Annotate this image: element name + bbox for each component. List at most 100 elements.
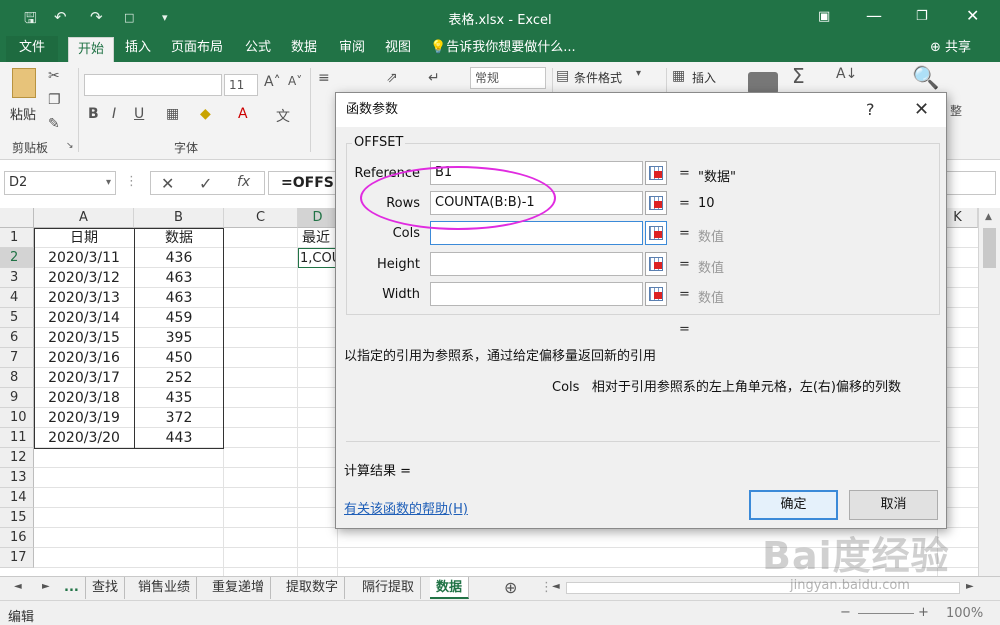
- row-header-3[interactable]: 3: [0, 268, 34, 288]
- row-header-10[interactable]: 10: [0, 408, 34, 428]
- collapse-dialog-icon[interactable]: [645, 282, 667, 306]
- cell-date-6[interactable]: 2020/3/15: [34, 328, 134, 348]
- cell-b1[interactable]: 数据: [134, 228, 224, 248]
- sort-filter-icon[interactable]: A↓: [836, 66, 857, 82]
- add-sheet-icon[interactable]: ⊕: [504, 578, 517, 597]
- cell-a1[interactable]: 日期: [34, 228, 134, 248]
- zoom-level[interactable]: 100%: [946, 606, 983, 621]
- shrink-font-icon[interactable]: A˅: [288, 74, 302, 88]
- minimize-icon[interactable]: —: [866, 6, 882, 25]
- help-icon[interactable]: ?: [866, 93, 875, 127]
- scroll-right-icon[interactable]: ►: [966, 581, 974, 592]
- row-header-13[interactable]: 13: [0, 468, 34, 488]
- collapse-dialog-icon[interactable]: [645, 161, 667, 185]
- cancel-button[interactable]: 取消: [849, 490, 938, 520]
- italic-icon[interactable]: I: [112, 106, 116, 122]
- paste-icon[interactable]: [12, 68, 36, 98]
- row-header-1[interactable]: 1: [0, 228, 34, 248]
- conditional-format-icon[interactable]: ▤: [556, 68, 569, 84]
- cell-value-8[interactable]: 252: [134, 368, 224, 388]
- arg-input-height[interactable]: [430, 252, 643, 276]
- zoom-in-icon[interactable]: +: [918, 605, 929, 620]
- cancel-icon[interactable]: ✕: [161, 174, 174, 193]
- row-header-2[interactable]: 2: [0, 248, 34, 268]
- phonetic-icon[interactable]: 文: [276, 106, 290, 126]
- borders-icon[interactable]: ▦: [166, 106, 179, 122]
- tab-insert[interactable]: 插入: [118, 36, 158, 62]
- font-color-icon[interactable]: A: [238, 106, 248, 122]
- dialog-title[interactable]: 函数参数: [336, 93, 946, 127]
- zoom-out-icon[interactable]: −: [840, 605, 851, 620]
- scroll-thumb[interactable]: [983, 228, 996, 268]
- copy-icon[interactable]: ❐: [48, 92, 61, 108]
- tab-data[interactable]: 数据: [284, 36, 324, 62]
- zoom-slider[interactable]: [858, 613, 914, 614]
- tab-view[interactable]: 视图: [378, 36, 418, 62]
- number-format-box[interactable]: 常规: [470, 67, 546, 89]
- paste-label[interactable]: 粘贴: [10, 104, 36, 123]
- format-painter-icon[interactable]: ✎: [48, 116, 60, 132]
- autosum-icon[interactable]: Σ: [792, 64, 805, 88]
- share-button[interactable]: ⊕ 共享: [930, 36, 971, 62]
- ok-button[interactable]: 确定: [749, 490, 838, 520]
- close-window-icon[interactable]: ✕: [966, 6, 979, 25]
- align-top-icon[interactable]: ≡: [318, 70, 330, 86]
- drag-handle-icon[interactable]: ⋮: [125, 174, 138, 189]
- vertical-scrollbar[interactable]: ▲: [978, 208, 1000, 576]
- collapse-dialog-icon[interactable]: [645, 252, 667, 276]
- fill-color-icon[interactable]: ◆: [200, 106, 211, 122]
- name-box[interactable]: D2 ▾: [4, 171, 116, 195]
- prev-sheet-icon[interactable]: ◄: [14, 581, 22, 592]
- tab-review[interactable]: 审阅: [332, 36, 372, 62]
- cell-value-10[interactable]: 372: [134, 408, 224, 428]
- row-header-14[interactable]: 14: [0, 488, 34, 508]
- insert-cells-icon[interactable]: ▦: [672, 68, 685, 84]
- tab-file[interactable]: 文件: [6, 36, 58, 62]
- row-header-6[interactable]: 6: [0, 328, 34, 348]
- sheet-overflow[interactable]: ...: [58, 577, 86, 599]
- select-all-corner[interactable]: [0, 208, 34, 228]
- sheet-tab-sales[interactable]: 销售业绩: [132, 577, 198, 599]
- collapse-dialog-icon[interactable]: [645, 191, 667, 215]
- row-header-9[interactable]: 9: [0, 388, 34, 408]
- conditional-format-label[interactable]: 条件格式: [574, 69, 622, 86]
- tab-formulas[interactable]: 公式: [238, 36, 278, 62]
- sheet-tab-data[interactable]: 数据: [430, 577, 470, 599]
- chevron-down-icon[interactable]: ▾: [636, 68, 641, 79]
- cell-date-10[interactable]: 2020/3/19: [34, 408, 134, 428]
- clipboard-launcher-icon[interactable]: ↘: [66, 141, 74, 151]
- enter-icon[interactable]: ✓: [199, 174, 212, 193]
- underline-icon[interactable]: U: [134, 106, 144, 122]
- sheet-tab-extract-number[interactable]: 提取数字: [280, 577, 346, 599]
- collapse-dialog-icon[interactable]: [645, 221, 667, 245]
- insert-cells-label[interactable]: 插入: [692, 69, 716, 86]
- cell-date-4[interactable]: 2020/3/13: [34, 288, 134, 308]
- row-header-12[interactable]: 12: [0, 448, 34, 468]
- column-header-c[interactable]: C: [224, 208, 298, 228]
- cell-value-7[interactable]: 450: [134, 348, 224, 368]
- cell-date-2[interactable]: 2020/3/11: [34, 248, 134, 268]
- cell-date-9[interactable]: 2020/3/18: [34, 388, 134, 408]
- sheet-tab-repeat[interactable]: 重复递增: [206, 577, 272, 599]
- cell-value-11[interactable]: 443: [134, 428, 224, 448]
- column-header-d[interactable]: D: [298, 208, 338, 228]
- cell-d1[interactable]: 最近: [300, 228, 336, 248]
- grow-font-icon[interactable]: A˄: [264, 74, 281, 90]
- function-help-link[interactable]: 有关该函数的帮助(H): [344, 498, 468, 517]
- tab-home[interactable]: 开始: [68, 37, 114, 63]
- cut-icon[interactable]: ✂: [48, 68, 60, 84]
- restore-icon[interactable]: ❐: [916, 9, 928, 24]
- row-header-15[interactable]: 15: [0, 508, 34, 528]
- cell-date-5[interactable]: 2020/3/14: [34, 308, 134, 328]
- ribbon-display-options-icon[interactable]: ▣: [818, 9, 830, 24]
- row-header-16[interactable]: 16: [0, 528, 34, 548]
- cell-d2-active[interactable]: 1,COU: [298, 248, 338, 268]
- insert-function-icon[interactable]: fx: [237, 174, 250, 190]
- column-header-b[interactable]: B: [134, 208, 224, 228]
- scroll-up-icon[interactable]: ▲: [985, 212, 992, 222]
- wrap-text-icon[interactable]: ↵: [428, 70, 440, 86]
- close-icon[interactable]: ✕: [914, 93, 929, 127]
- cell-value-6[interactable]: 395: [134, 328, 224, 348]
- tab-page-layout[interactable]: 页面布局: [166, 36, 228, 62]
- sheet-tab-lookup[interactable]: 查找: [86, 577, 126, 599]
